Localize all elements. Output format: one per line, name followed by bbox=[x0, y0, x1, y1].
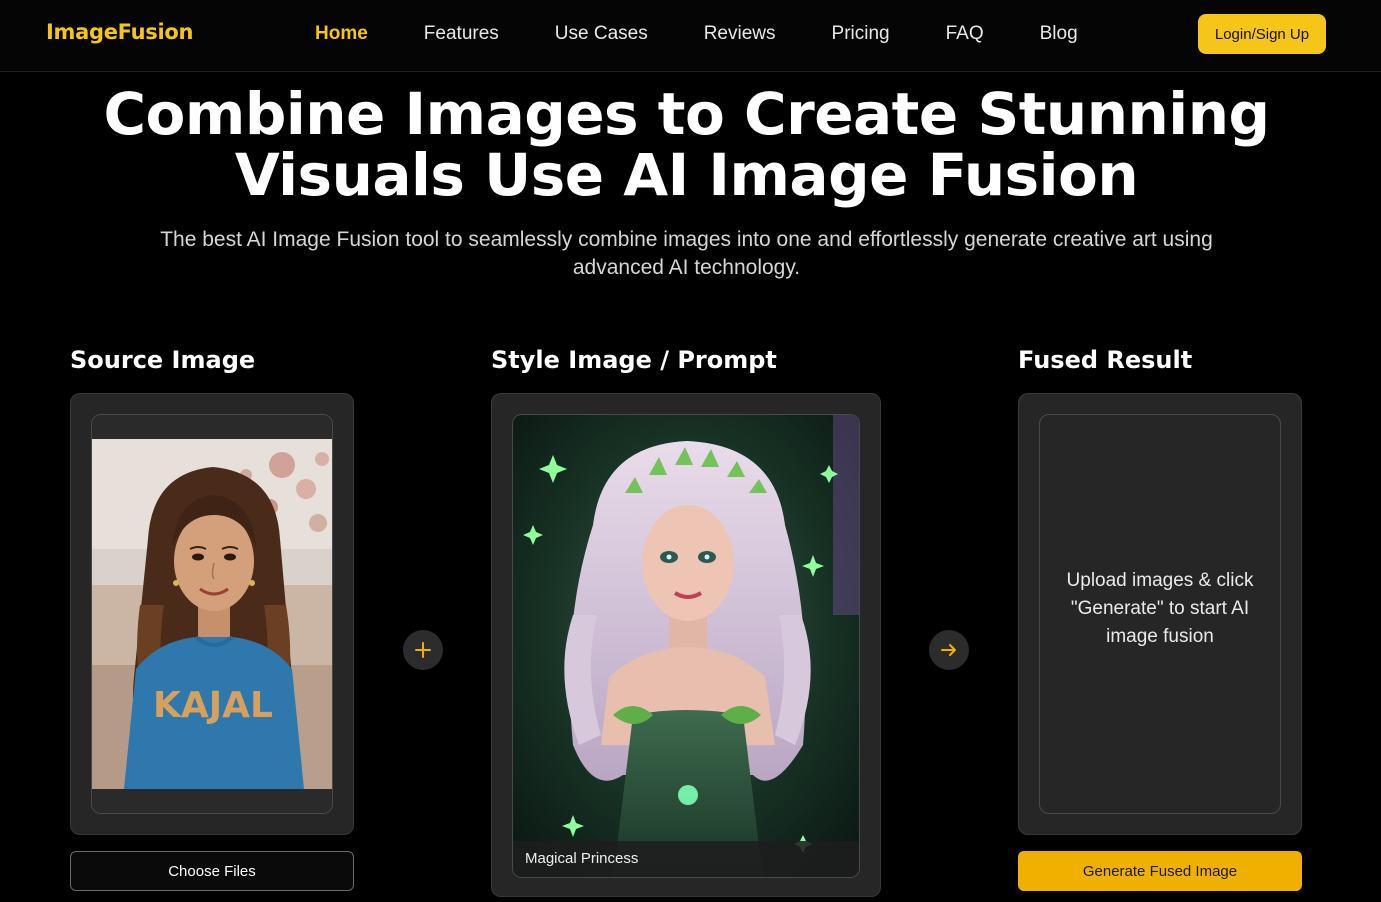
fused-result-placeholder: Upload images & click "Generate" to star… bbox=[1066, 570, 1254, 647]
source-image-heading: Source Image bbox=[70, 346, 256, 374]
nav-link-reviews[interactable]: Reviews bbox=[704, 23, 776, 45]
hero-title-line-1: Combine Images to Create Stunning bbox=[103, 80, 1270, 148]
nav-link-pricing[interactable]: Pricing bbox=[832, 23, 890, 45]
nav-link-faq[interactable]: FAQ bbox=[946, 23, 984, 45]
arrow-connector bbox=[929, 630, 969, 670]
style-image-heading: Style Image / Prompt bbox=[491, 346, 777, 374]
fused-result-panel: Upload images & click "Generate" to star… bbox=[1018, 393, 1302, 835]
fused-result-heading: Fused Result bbox=[1018, 346, 1193, 374]
style-image-panel: Magical Princess bbox=[491, 393, 881, 897]
hero-subtitle: The best AI Image Fusion tool to seamles… bbox=[160, 228, 1213, 279]
top-nav: ImageFusion Home Features Use Cases Revi… bbox=[0, 0, 1381, 72]
login-signup-button[interactable]: Login/Sign Up bbox=[1198, 14, 1326, 54]
style-image-frame[interactable]: Magical Princess bbox=[512, 414, 860, 878]
site-logo[interactable]: ImageFusion bbox=[46, 20, 193, 44]
choose-files-button[interactable]: Choose Files bbox=[70, 851, 354, 891]
plus-icon bbox=[415, 642, 431, 658]
shirt-print: KAJAL bbox=[153, 685, 273, 726]
style-fantasy-image bbox=[513, 415, 859, 877]
nav-links: Home Features Use Cases Reviews Pricing … bbox=[315, 23, 1134, 45]
source-image-frame[interactable]: KAJAL bbox=[91, 414, 333, 814]
source-image-panel: KAJAL bbox=[70, 393, 354, 835]
plus-connector bbox=[403, 630, 443, 670]
fused-result-frame: Upload images & click "Generate" to star… bbox=[1039, 414, 1281, 814]
generate-fused-image-button[interactable]: Generate Fused Image bbox=[1018, 851, 1302, 891]
hero-title-line-2: Visuals Use AI Image Fusion bbox=[234, 141, 1139, 209]
nav-link-home[interactable]: Home bbox=[315, 23, 368, 45]
nav-link-features[interactable]: Features bbox=[424, 23, 499, 45]
style-image-caption: Magical Princess bbox=[513, 841, 859, 877]
nav-link-blog[interactable]: Blog bbox=[1040, 23, 1078, 45]
nav-link-use-cases[interactable]: Use Cases bbox=[555, 23, 648, 45]
arrow-right-icon bbox=[941, 644, 956, 656]
hero-title: Combine Images to Create Stunning Visual… bbox=[90, 84, 1283, 206]
source-portrait-image: KAJAL bbox=[92, 415, 332, 813]
